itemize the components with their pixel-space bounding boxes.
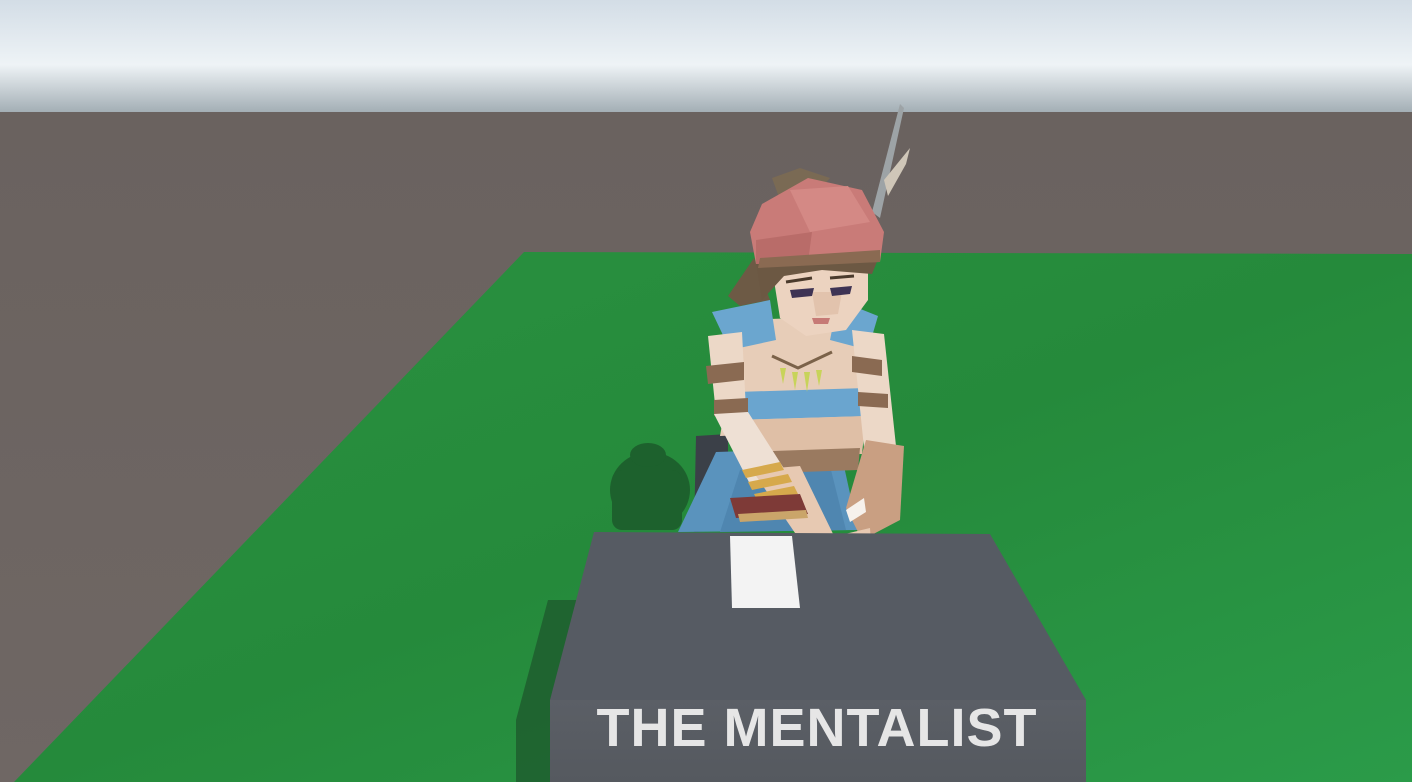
sky — [0, 0, 1412, 118]
mouth — [812, 318, 830, 324]
game-title: THE MENTALIST — [597, 698, 1038, 758]
game-viewport: THE MENTALIST — [0, 0, 1412, 782]
bodice — [732, 388, 870, 420]
playing-card — [730, 536, 800, 608]
